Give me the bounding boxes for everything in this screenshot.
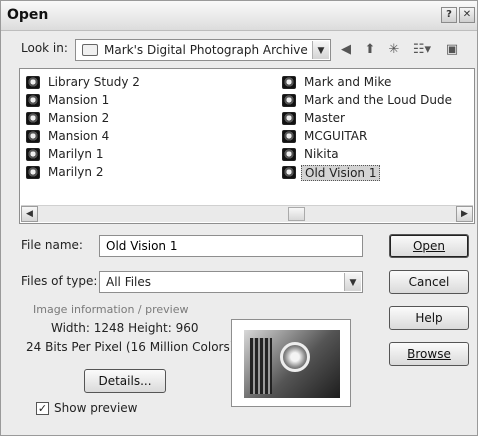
help-title-button[interactable]: ?: [441, 7, 457, 23]
folder-icon: [82, 44, 98, 56]
view-menu-icon[interactable]: ☷▾: [407, 40, 437, 60]
cancel-button[interactable]: Cancel: [389, 270, 469, 294]
image-file-icon: [282, 148, 296, 161]
new-folder-icon[interactable]: ✳: [383, 40, 405, 60]
browse-button[interactable]: Browse: [389, 342, 469, 366]
image-preview: [231, 319, 351, 407]
file-name: Marilyn 2: [48, 165, 104, 179]
look-in-value: Mark's Digital Photograph Archive: [104, 43, 308, 57]
look-in-label: Look in:: [21, 41, 68, 55]
image-file-icon: [26, 112, 40, 125]
file-name: Mansion 1: [48, 93, 110, 107]
dialog-title: Open: [7, 7, 49, 23]
up-folder-icon[interactable]: ⬆: [359, 40, 381, 60]
chevron-down-icon[interactable]: ▼: [344, 273, 361, 291]
scroll-right-icon[interactable]: ▶: [456, 206, 473, 222]
open-button[interactable]: Open: [389, 234, 469, 258]
files-of-type-label: Files of type:: [21, 274, 98, 288]
file-name: Old Vision 1: [301, 165, 381, 181]
show-preview-label[interactable]: Show preview: [54, 401, 138, 415]
preview-photo: [244, 330, 340, 398]
horizontal-scrollbar[interactable]: ◀ ▶: [21, 205, 473, 222]
file-name: Mansion 2: [48, 111, 110, 125]
image-info-caption: Image information / preview: [33, 303, 189, 316]
files-of-type-dropdown[interactable]: All Files ▼: [99, 271, 363, 293]
file-list[interactable]: Library Study 2 Mansion 1 Mansion 2 Mans…: [19, 68, 475, 224]
tools-icon[interactable]: ▣: [441, 40, 463, 60]
help-button[interactable]: Help: [389, 306, 469, 330]
image-file-icon: [26, 148, 40, 161]
file-name: Marilyn 1: [48, 147, 104, 161]
scroll-thumb[interactable]: [288, 207, 305, 221]
scroll-left-icon[interactable]: ◀: [21, 206, 38, 222]
photo-grill: [250, 338, 272, 394]
image-file-icon: [26, 94, 40, 107]
file-name-label: File name:: [21, 238, 83, 252]
file-name: Nikita: [304, 147, 339, 161]
image-file-icon: [282, 130, 296, 143]
image-file-icon: [26, 166, 40, 179]
file-name: Library Study 2: [48, 75, 140, 89]
image-file-icon: [282, 166, 296, 179]
look-in-dropdown[interactable]: Mark's Digital Photograph Archive ▼: [75, 39, 331, 61]
close-button[interactable]: ✕: [459, 7, 475, 23]
file-name: MCGUITAR: [304, 129, 368, 143]
chevron-down-icon[interactable]: ▼: [312, 41, 329, 59]
file-name-field[interactable]: [99, 235, 363, 257]
files-of-type-value: All Files: [106, 275, 152, 289]
file-name: Master: [304, 111, 345, 125]
image-file-icon: [26, 76, 40, 89]
file-name: Mark and the Loud Dude: [304, 93, 453, 107]
image-file-icon: [282, 112, 296, 125]
photo-headlamp: [280, 342, 310, 372]
open-dialog: Open ? ✕ Look in: Mark's Digital Photogr…: [0, 0, 478, 436]
file-name-input[interactable]: [100, 236, 362, 256]
image-dimensions: Width: 1248 Height: 960: [51, 321, 199, 335]
file-name: Mansion 4: [48, 129, 110, 143]
image-file-icon: [26, 130, 40, 143]
image-color-depth: 24 Bits Per Pixel (16 Million Colors): [26, 340, 235, 354]
image-file-icon: [282, 94, 296, 107]
title-bar: Open ? ✕: [1, 1, 477, 31]
file-name: Mark and Mike: [304, 75, 392, 89]
show-preview-checkbox[interactable]: ✓: [36, 402, 49, 415]
back-icon[interactable]: ◀: [335, 40, 357, 60]
details-button[interactable]: Details...: [84, 369, 166, 393]
image-file-icon: [282, 76, 296, 89]
